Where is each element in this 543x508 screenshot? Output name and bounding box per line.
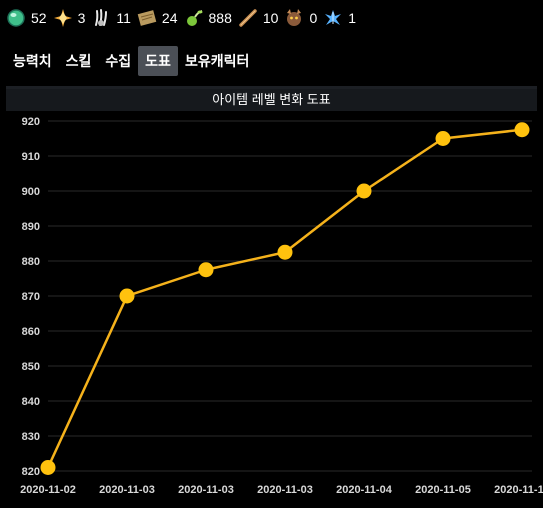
x-tick-label: 2020-11-03	[178, 484, 234, 496]
y-tick-label: 870	[22, 291, 40, 303]
x-tick-label: 2020-11-03	[99, 484, 155, 496]
data-point	[356, 183, 372, 199]
data-point	[40, 460, 56, 475]
y-tick-label: 880	[22, 256, 40, 268]
y-tick-label: 900	[22, 186, 40, 198]
data-point	[514, 122, 530, 138]
y-tick-label: 860	[22, 326, 40, 338]
y-tick-label: 910	[22, 151, 40, 163]
series-line	[46, 128, 523, 469]
y-tick-label: 830	[22, 431, 40, 443]
y-tick-label: 820	[22, 466, 40, 478]
item-level-chart: 820 830 840 850 860 870 880 890 900 910 920 2020-11…	[20, 116, 543, 496]
x-tick-label: 2020-11-03	[257, 484, 313, 496]
x-tick-label: 2020-11-05	[415, 484, 471, 496]
data-point	[119, 288, 135, 304]
x-tick-label: 2020-11-04	[336, 484, 393, 496]
y-tick-label: 920	[22, 116, 40, 128]
data-point	[277, 244, 293, 260]
x-tick-label: 2020-11-02	[20, 484, 76, 496]
data-point	[198, 262, 214, 278]
data-point	[435, 131, 451, 146]
y-tick-label: 850	[22, 361, 40, 373]
x-tick-label: 2020-11-10	[494, 484, 543, 496]
y-tick-label: 890	[22, 221, 40, 233]
y-tick-label: 840	[22, 396, 40, 408]
